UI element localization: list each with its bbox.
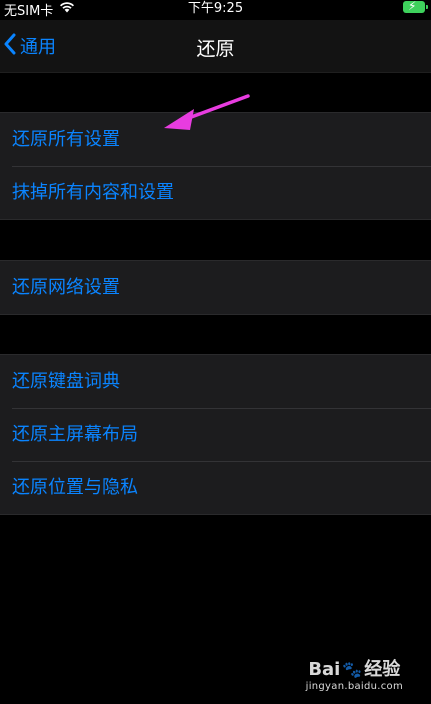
reset-home-screen-layout-label: 还原主屏幕布局	[12, 424, 138, 445]
reset-network-settings-label: 还原网络设置	[12, 277, 120, 298]
settings-group-3: 还原键盘词典 还原主屏幕布局 还原位置与隐私	[0, 354, 431, 515]
reset-all-settings-label: 还原所有设置	[12, 129, 120, 150]
settings-group-2: 还原网络设置	[0, 260, 431, 315]
reset-keyboard-dictionary-label: 还原键盘词典	[12, 371, 120, 392]
annotation-arrow-icon	[150, 90, 260, 144]
battery-icon: ⚡	[403, 0, 428, 17]
erase-all-content-label: 抹掉所有内容和设置	[12, 182, 174, 203]
watermark-brand-right: 经验	[364, 659, 401, 680]
reset-location-privacy-label: 还原位置与隐私	[12, 477, 138, 498]
watermark-url: jingyan.baidu.com	[305, 681, 403, 692]
erase-all-content-row[interactable]: 抹掉所有内容和设置	[0, 166, 431, 219]
reset-keyboard-dictionary-row[interactable]: 还原键盘词典	[0, 355, 431, 408]
reset-home-screen-layout-row[interactable]: 还原主屏幕布局	[0, 408, 431, 461]
page-title: 还原	[196, 38, 235, 60]
reset-location-privacy-row[interactable]: 还原位置与隐私	[0, 461, 431, 514]
baidu-watermark: Bai 🐾 经验 jingyan.baidu.com	[306, 655, 403, 692]
status-time: 下午9:25	[187, 1, 244, 16]
navigation-bar: 通用 还原	[0, 20, 431, 73]
reset-network-settings-row[interactable]: 还原网络设置	[0, 261, 431, 314]
status-bar: 无SIM卡 下午9:25 ⚡	[0, 0, 431, 20]
watermark-brand-left: Bai	[308, 659, 341, 680]
paw-icon: 🐾	[342, 660, 363, 679]
